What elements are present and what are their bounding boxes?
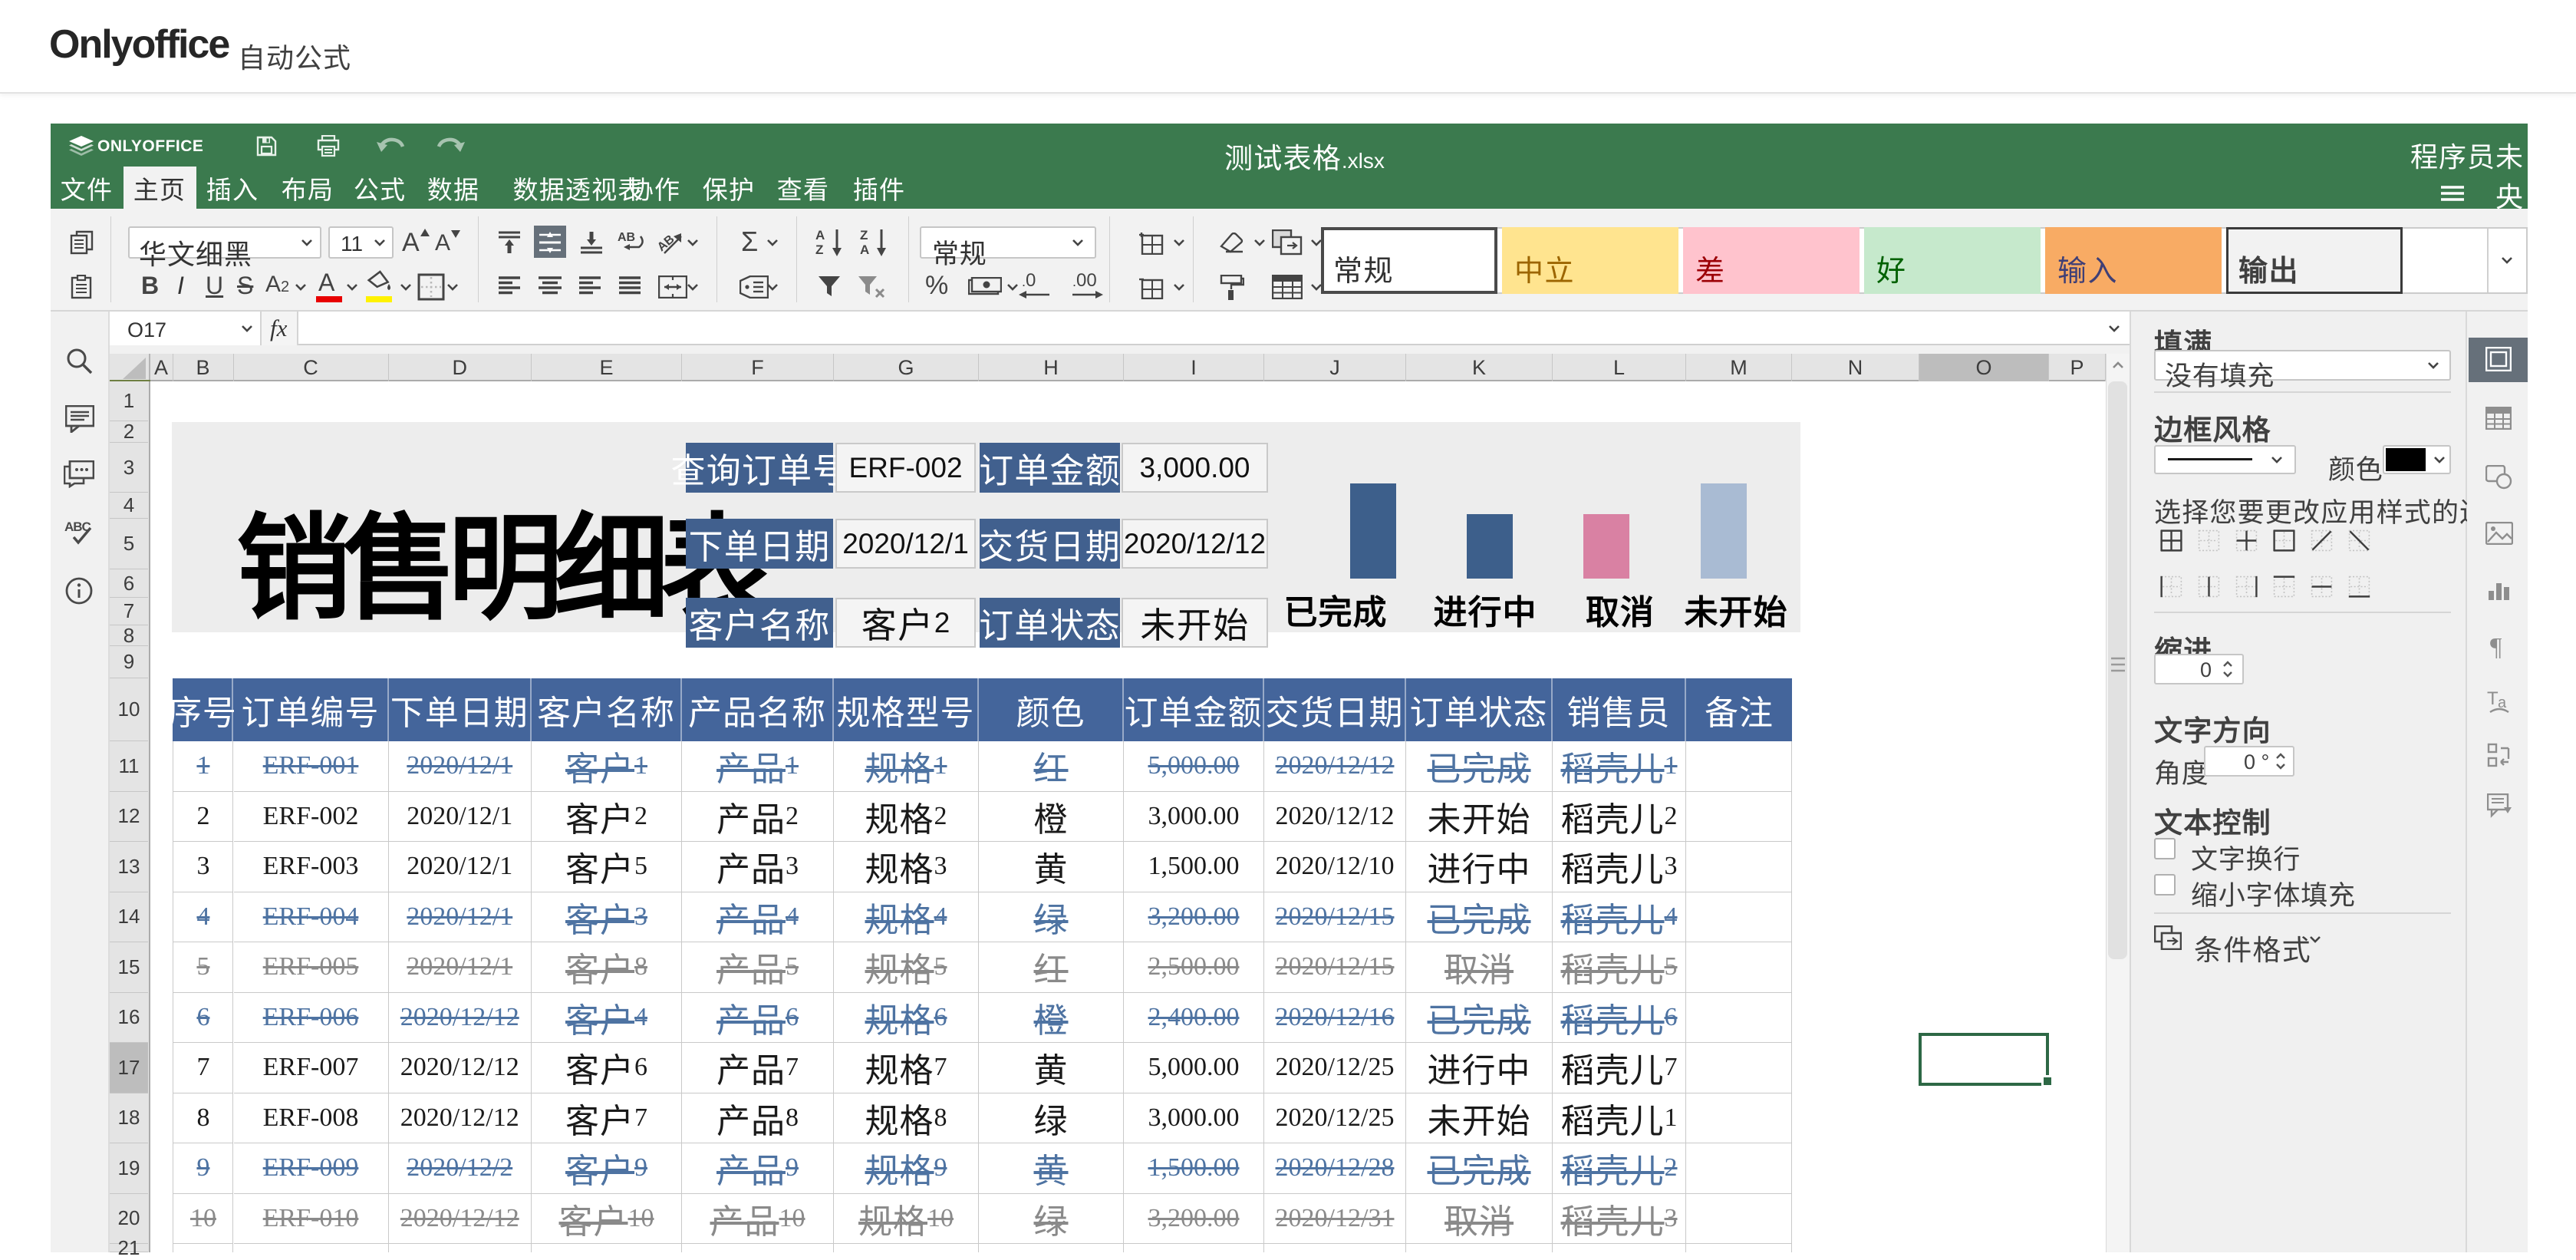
svg-text:AB: AB: [618, 231, 635, 244]
svg-text:A: A: [815, 228, 825, 242]
svg-text:¶: ¶: [2490, 634, 2502, 658]
svg-text:T: T: [2487, 689, 2499, 709]
svg-text:Z: Z: [860, 228, 868, 242]
svg-text:A: A: [860, 242, 869, 257]
svg-text:Z: Z: [815, 242, 823, 257]
